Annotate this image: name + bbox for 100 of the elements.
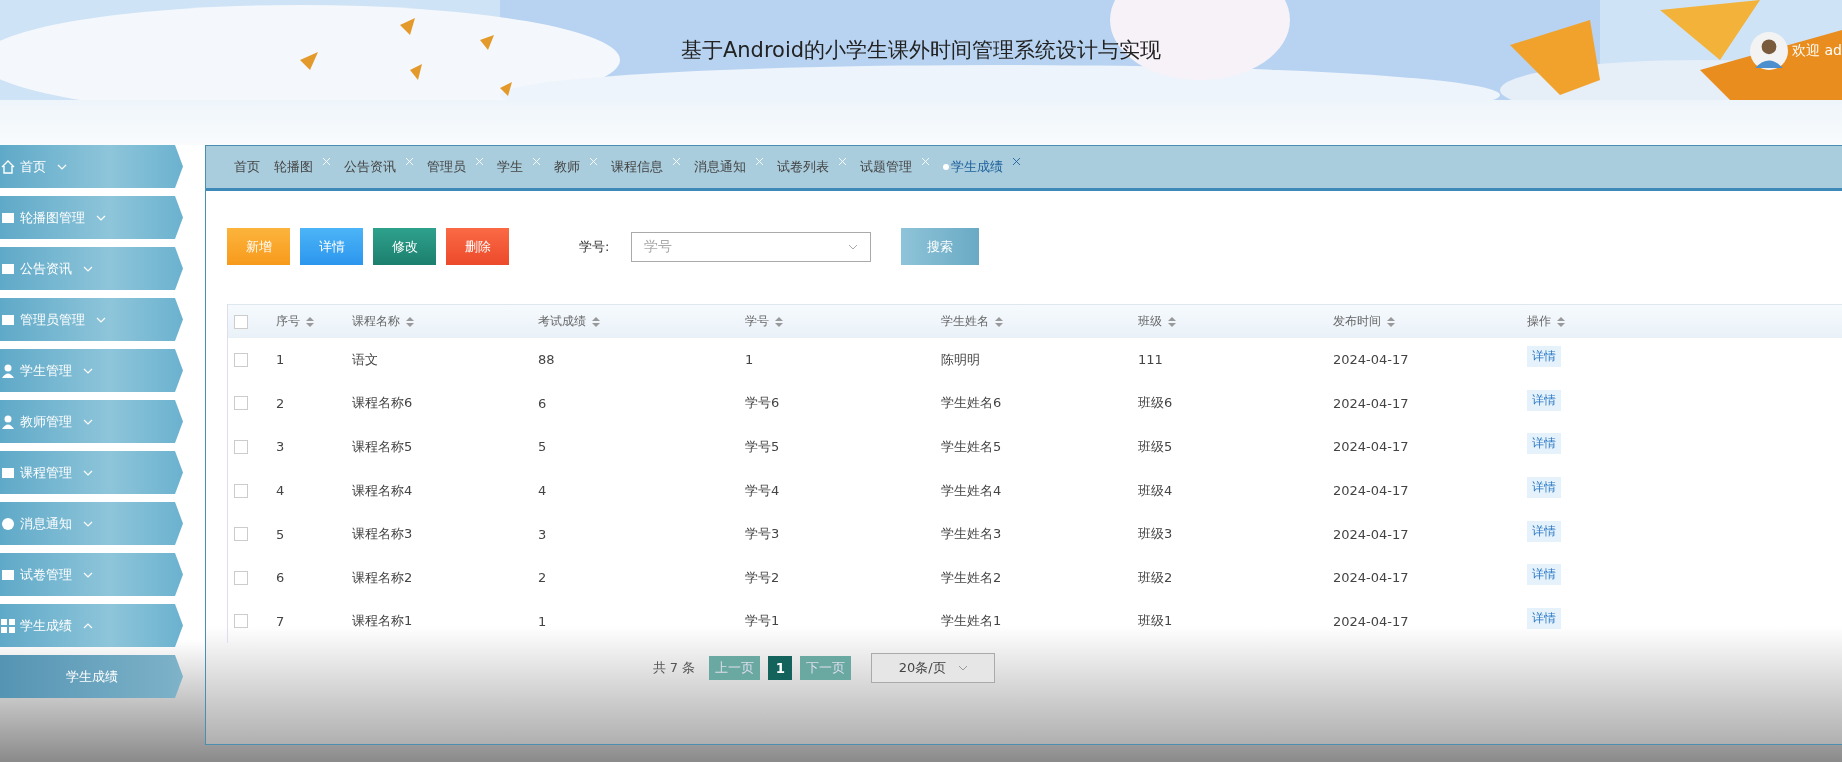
checkbox[interactable] bbox=[234, 352, 248, 367]
checkbox[interactable] bbox=[234, 396, 248, 411]
table-cell: 88 bbox=[538, 352, 555, 368]
table-cell: 2024-04-17 bbox=[1333, 613, 1409, 629]
detail-button[interactable]: 详情 bbox=[1527, 607, 1561, 629]
sidebar-item[interactable]: 课程管理 bbox=[0, 451, 183, 494]
sidebar-item[interactable]: 学生管理 bbox=[0, 349, 183, 392]
tab[interactable]: 试题管理 bbox=[860, 158, 929, 176]
tab[interactable]: 首页 bbox=[234, 158, 260, 176]
column-header[interactable]: 考试成绩 bbox=[538, 313, 745, 330]
column-header[interactable]: 操作 bbox=[1527, 313, 1842, 330]
person-icon bbox=[1, 363, 15, 378]
tab[interactable]: 学生 bbox=[497, 158, 540, 176]
table-cell: 学生姓名1 bbox=[941, 612, 1002, 631]
person-icon bbox=[1, 414, 15, 429]
checkbox[interactable] bbox=[234, 314, 248, 329]
sort-icon[interactable] bbox=[406, 316, 414, 327]
table-cell: 学号5 bbox=[745, 438, 780, 456]
detail-button[interactable]: 详情 bbox=[1527, 433, 1561, 455]
table-cell: 2024-04-17 bbox=[1333, 526, 1409, 542]
table-cell: 2024-04-17 bbox=[1333, 570, 1409, 586]
sidebar-item[interactable]: 首页 bbox=[0, 145, 183, 188]
table-cell: 学生姓名4 bbox=[941, 481, 1002, 500]
sidebar-subitem[interactable]: 学生成绩 bbox=[0, 655, 183, 698]
delete-button[interactable]: 删除 bbox=[446, 228, 509, 265]
caret-icon bbox=[83, 265, 93, 272]
sidebar-item[interactable]: 管理员管理 bbox=[0, 298, 183, 341]
sort-icon[interactable] bbox=[995, 316, 1003, 327]
table-cell: 4 bbox=[276, 483, 285, 499]
edit-button[interactable]: 修改 bbox=[373, 228, 436, 265]
tab[interactable]: 管理员 bbox=[427, 158, 483, 176]
avatar-icon bbox=[1750, 32, 1789, 70]
table-cell: 5 bbox=[538, 439, 547, 455]
table-cell: 学号2 bbox=[745, 568, 780, 587]
table-cell: 4 bbox=[538, 483, 547, 499]
table-cell: 1 bbox=[538, 613, 547, 629]
welcome-text: 欢迎 ad bbox=[1792, 42, 1842, 60]
sidebar-item[interactable]: 轮播图管理 bbox=[0, 196, 183, 239]
tab[interactable]: 教师 bbox=[554, 158, 597, 176]
close-icon[interactable] bbox=[1013, 157, 1020, 165]
table-cell: 7 bbox=[276, 613, 285, 629]
table-cell: 班级5 bbox=[1138, 438, 1173, 456]
student-id-select[interactable]: 学号 bbox=[631, 231, 871, 262]
sort-icon[interactable] bbox=[1168, 316, 1176, 327]
checkbox[interactable] bbox=[234, 614, 248, 629]
sort-icon[interactable] bbox=[1387, 316, 1395, 327]
detail-button[interactable]: 详情 bbox=[1527, 346, 1561, 368]
sort-icon[interactable] bbox=[592, 316, 600, 327]
caret-icon bbox=[83, 418, 93, 425]
tab[interactable]: 消息通知 bbox=[694, 158, 763, 176]
caret-icon bbox=[57, 163, 67, 170]
tab[interactable]: 试卷列表 bbox=[777, 158, 846, 176]
checkbox[interactable] bbox=[234, 483, 248, 498]
detail-button[interactable]: 详情 bbox=[1527, 477, 1561, 499]
sidebar-item[interactable]: 公告资讯 bbox=[0, 247, 183, 290]
detail-button[interactable]: 详情 bbox=[1527, 389, 1561, 411]
home-icon bbox=[1, 159, 15, 174]
checkbox[interactable] bbox=[234, 440, 248, 454]
app-title: 基于Android的小学生课外时间管理系统设计与实现 bbox=[680, 37, 1162, 64]
column-header[interactable]: 课程名称 bbox=[352, 313, 538, 330]
caret-icon bbox=[83, 622, 93, 629]
detail-button[interactable]: 详情 bbox=[1527, 564, 1561, 586]
table-cell: 学生姓名2 bbox=[941, 568, 1002, 587]
sidebar-item[interactable]: 消息通知 bbox=[0, 502, 183, 545]
table-cell: 111 bbox=[1138, 352, 1163, 368]
page-number[interactable]: 1 bbox=[768, 656, 793, 681]
sort-icon[interactable] bbox=[306, 316, 314, 327]
page-size-select[interactable]: 20条/页 bbox=[871, 653, 996, 684]
table-cell: 2 bbox=[276, 395, 285, 411]
table-cell: 课程名称3 bbox=[352, 525, 413, 544]
checkbox[interactable] bbox=[234, 570, 248, 585]
tab[interactable]: 轮播图 bbox=[274, 158, 330, 176]
checkbox[interactable] bbox=[234, 527, 248, 542]
search-button[interactable]: 搜索 bbox=[901, 228, 979, 265]
table-cell: 1 bbox=[276, 352, 285, 368]
sidebar-item[interactable]: 教师管理 bbox=[0, 400, 183, 443]
column-header[interactable]: 学生姓名 bbox=[941, 313, 1138, 330]
sort-icon[interactable] bbox=[1557, 316, 1565, 327]
caret-icon bbox=[83, 469, 93, 476]
table-cell: 课程名称6 bbox=[352, 394, 413, 413]
caret-icon bbox=[96, 316, 106, 323]
sort-icon[interactable] bbox=[775, 316, 783, 327]
tab[interactable]: 公告资讯 bbox=[344, 158, 413, 176]
tab[interactable]: 学生成绩 bbox=[943, 158, 1020, 176]
sidebar-item[interactable]: 试卷管理 bbox=[0, 553, 183, 596]
tab[interactable]: 课程信息 bbox=[611, 158, 680, 176]
table-cell: 2024-04-17 bbox=[1333, 439, 1409, 455]
table-cell: 班级6 bbox=[1138, 394, 1173, 413]
column-header[interactable]: 发布时间 bbox=[1333, 313, 1527, 330]
column-header[interactable]: 班级 bbox=[1138, 313, 1333, 330]
caret-icon bbox=[96, 214, 106, 221]
detail-button[interactable]: 详情 bbox=[1527, 520, 1561, 542]
detail-button[interactable]: 详情 bbox=[300, 228, 363, 265]
column-header[interactable]: 学号 bbox=[745, 313, 941, 330]
sidebar-item[interactable]: 学生成绩 bbox=[0, 604, 183, 647]
table-cell: 2024-04-17 bbox=[1333, 395, 1409, 411]
column-header[interactable]: 序号 bbox=[276, 313, 352, 330]
table-cell: 课程名称1 bbox=[352, 612, 413, 631]
table-cell: 6 bbox=[276, 570, 285, 586]
table-cell: 3 bbox=[538, 526, 547, 542]
